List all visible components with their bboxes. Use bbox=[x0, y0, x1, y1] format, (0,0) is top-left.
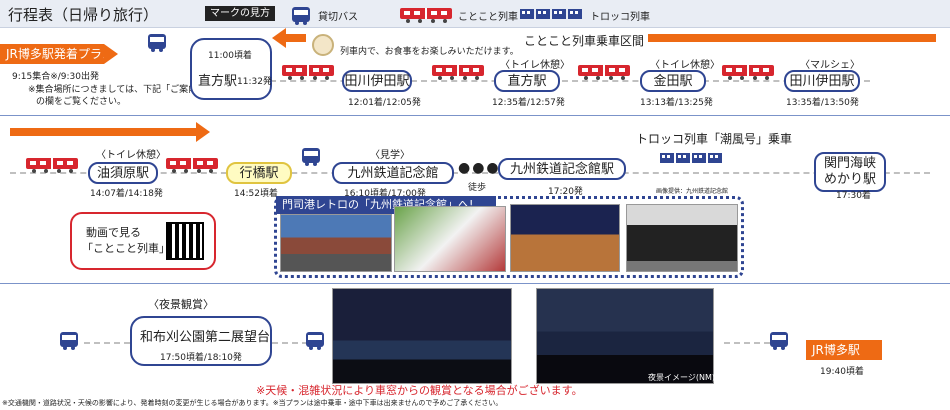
tagawaita-1-time: 12:01着/12:05発 bbox=[348, 98, 421, 108]
page-title: 行程表（日帰り旅行） bbox=[8, 6, 159, 24]
station-museum: 九州鉄道記念館 bbox=[332, 162, 454, 184]
hakata-tag: JR博多駅 bbox=[806, 340, 882, 360]
yusubaru-note: 〈トイレ休憩〉 bbox=[96, 150, 166, 161]
kanada-time: 13:13着/13:25発 bbox=[640, 98, 713, 108]
meet-note-2: の欄をご覧ください。 bbox=[36, 97, 127, 107]
train-icon bbox=[432, 65, 484, 80]
station-kanada: 金田駅 bbox=[640, 70, 706, 92]
bus-legend-icon bbox=[292, 7, 310, 25]
night-note: 〈夜景観賞〉 bbox=[148, 298, 214, 311]
night-warning: ※天候・混雑状況により車窓からの観賞となる場合がございます。 bbox=[256, 384, 583, 397]
nogata-2-note: 〈トイレ休憩〉 bbox=[500, 60, 570, 71]
bus-icon bbox=[306, 332, 324, 350]
station-mekari: 関門海峡 めかり駅 bbox=[814, 152, 886, 192]
kanada-note: 〈トイレ休憩〉 bbox=[650, 60, 720, 71]
tagawaita-2-note: 〈マルシェ〉 bbox=[800, 60, 860, 71]
qr-code-icon[interactable] bbox=[166, 222, 204, 260]
station-tagawaita-2: 田川伊田駅 bbox=[784, 70, 860, 92]
train-icon bbox=[578, 65, 630, 80]
legend-train-label: ことこと列車 bbox=[458, 12, 518, 23]
station-museum-stop: 九州鉄道記念館駅 bbox=[498, 158, 626, 180]
station-nogata-2: 直方駅 bbox=[494, 70, 560, 92]
train-icon bbox=[166, 158, 218, 173]
night-photo-1 bbox=[332, 288, 512, 384]
row2-arrow-icon bbox=[196, 122, 210, 142]
night-caption: 夜景イメージ(NM) bbox=[648, 373, 715, 382]
nogata-2-time: 12:35着/12:57発 bbox=[492, 98, 565, 108]
train-icon bbox=[722, 65, 774, 80]
tagawaita-2-time: 13:35着/13:50発 bbox=[786, 98, 859, 108]
train-legend-icon bbox=[400, 8, 452, 23]
station-yusubaru: 油須原駅 bbox=[88, 162, 158, 184]
museum-photo-4 bbox=[626, 204, 738, 272]
yukuhashi-time: 14:52頃着 bbox=[234, 189, 278, 199]
plan-tag: JR博多駅発着プラン bbox=[0, 44, 114, 64]
bus-icon bbox=[60, 332, 78, 350]
train-icon bbox=[282, 65, 334, 80]
museum-photo-3 bbox=[510, 204, 620, 272]
section-arrow-icon bbox=[272, 28, 286, 48]
park-time: 17:50頃着/18:10発 bbox=[160, 353, 242, 363]
trolley-label: トロッコ列車「潮風号」乗車 bbox=[636, 132, 793, 146]
legend-bus-label: 貸切バス bbox=[318, 12, 358, 23]
hakata-time: 19:40頃着 bbox=[820, 367, 864, 377]
nogata-name: 直方駅 bbox=[198, 74, 238, 89]
nogata-arrive-time: 11:00頃着 bbox=[208, 51, 252, 61]
section-label: ことこと列車乗車区間 bbox=[520, 32, 649, 49]
park-name: 和布刈公園第二展望台 bbox=[140, 330, 271, 345]
museum-note: 〈見学〉 bbox=[370, 150, 410, 161]
bus-icon bbox=[302, 148, 320, 166]
trolley-icon bbox=[660, 153, 722, 163]
mekari-name-2: めかり駅 bbox=[823, 172, 876, 187]
museum-photo-2 bbox=[394, 206, 506, 272]
station-tagawaita-1: 田川伊田駅 bbox=[342, 70, 412, 92]
bus-icon bbox=[148, 34, 166, 52]
video-text-1: 動画で見る bbox=[86, 226, 141, 239]
legend-trolley-label: トロッコ列車 bbox=[590, 12, 650, 23]
yusubaru-time: 14:07着/14:18発 bbox=[90, 189, 163, 199]
plan-arrow-icon bbox=[104, 44, 118, 64]
meet-time: 9:15集合※/9:30出発 bbox=[12, 72, 99, 82]
mekari-name-1: 関門海峡 bbox=[823, 156, 876, 171]
trolley-legend-icon bbox=[520, 9, 582, 19]
nogata-depart-time: 11:32発 bbox=[237, 77, 272, 87]
museum-photo-1 bbox=[280, 214, 392, 272]
footer-note: ※交通機関・道路状況・天候の影響により、発着時刻の変更が生じる場合があります。※… bbox=[2, 399, 503, 407]
photo-credit: 画像提供：九州鉄道記念館 bbox=[656, 188, 729, 195]
bus-icon bbox=[770, 332, 788, 350]
meal-note: 列車内で、お食事をお楽しみいただけます。 bbox=[340, 47, 519, 57]
mekari-time: 17:30着 bbox=[836, 191, 871, 201]
train-icon bbox=[26, 158, 78, 173]
station-yukuhashi: 行橋駅 bbox=[226, 162, 292, 184]
meal-icon bbox=[312, 34, 334, 56]
night-photo-2 bbox=[536, 288, 714, 384]
walk-label: 徒歩 bbox=[468, 183, 487, 193]
video-text-2: 「ことこと列車」 bbox=[82, 242, 170, 255]
legend-title: マークの見方 bbox=[205, 6, 275, 21]
